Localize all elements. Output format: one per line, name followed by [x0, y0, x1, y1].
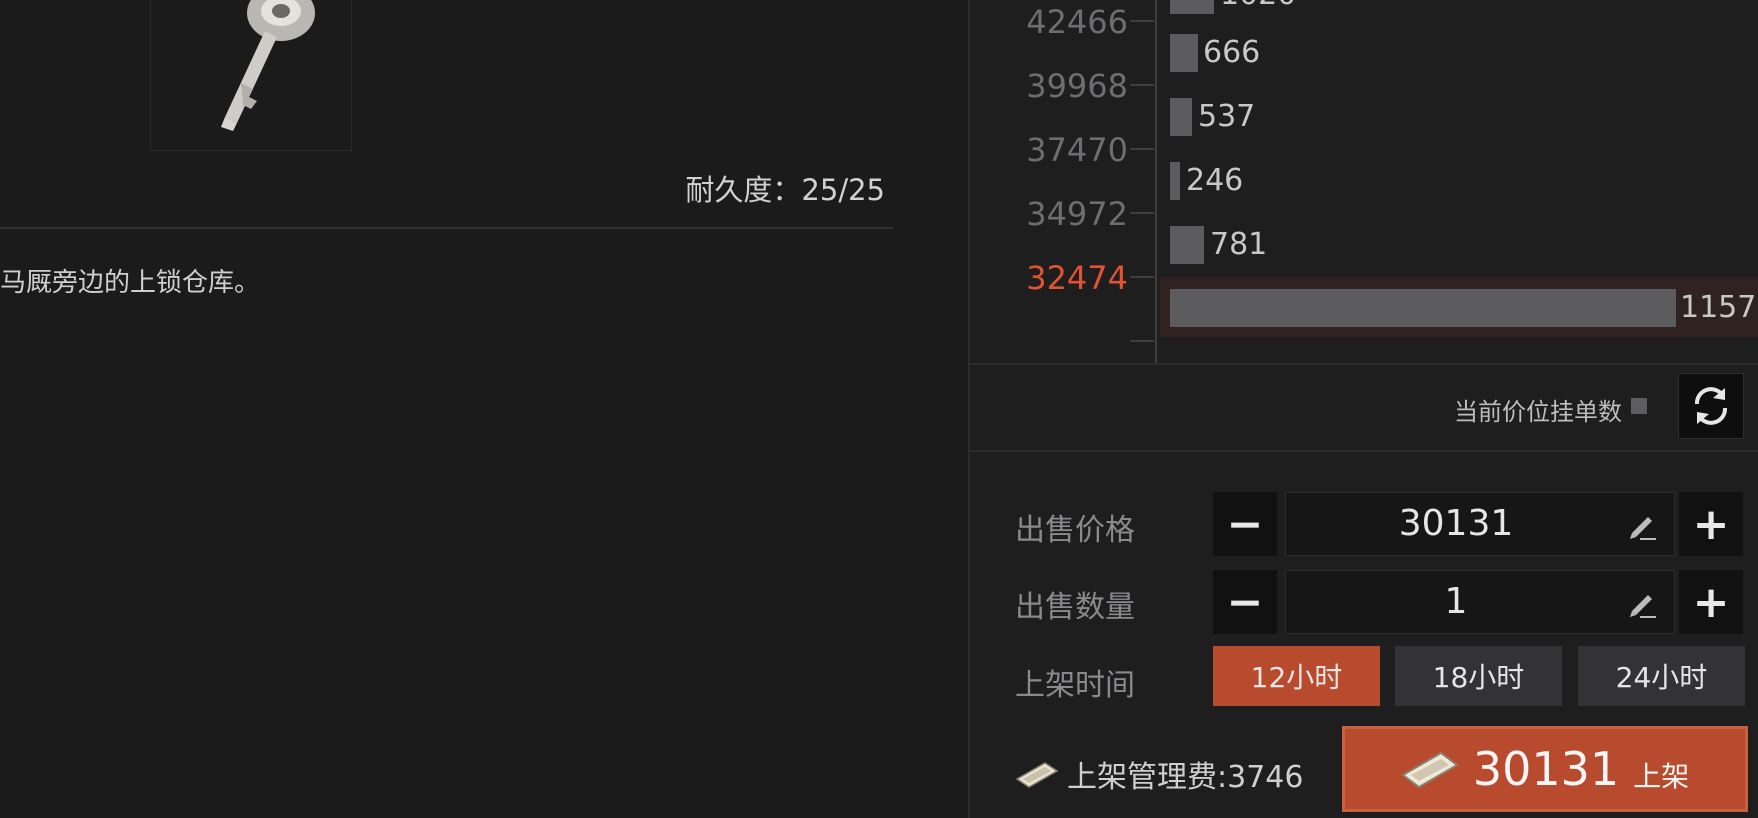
price-level: 34972 [1026, 195, 1128, 233]
listing-duration-label: 上架时间 [1015, 668, 1135, 703]
price-axis [1155, 0, 1157, 364]
refresh-button[interactable] [1678, 373, 1744, 439]
price-input[interactable]: 30131 [1285, 492, 1675, 556]
price-decrease-button[interactable]: − [1213, 492, 1277, 556]
refresh-icon [1695, 387, 1727, 425]
price-level: 39968 [1026, 67, 1128, 105]
axis-tick [1130, 276, 1154, 278]
sell-panel: 42466 1020 39968 666 37470 537 34972 246… [968, 0, 1758, 818]
order-count-current: 11577 [1680, 290, 1758, 325]
axis-tick [1130, 148, 1154, 150]
order-bar [1170, 34, 1198, 72]
order-count: 537 [1198, 99, 1256, 134]
order-bar [1170, 226, 1204, 264]
order-bar [1170, 0, 1214, 14]
list-label: 上架 [1633, 760, 1690, 793]
axis-tick [1130, 84, 1154, 86]
axis-tick [1130, 340, 1154, 342]
price-increase-button[interactable]: + [1679, 492, 1743, 556]
money-icon [1015, 762, 1059, 788]
list-item-button[interactable]: 30131 上架 [1342, 726, 1748, 812]
quantity-input[interactable]: 1 [1285, 570, 1675, 634]
listing-fee: 上架管理费:3746 [1015, 752, 1303, 796]
divider [0, 227, 893, 229]
item-image-frame [150, 0, 352, 151]
order-count-legend-swatch [1631, 398, 1647, 414]
order-bar [1170, 98, 1192, 136]
item-description: 马厩旁边的上锁仓库。 [0, 268, 261, 298]
order-count: 781 [1210, 227, 1268, 262]
divider [970, 363, 1758, 365]
order-count: 1020 [1220, 0, 1296, 14]
duration-24h-button[interactable]: 24小时 [1578, 646, 1745, 706]
quantity-increase-button[interactable]: + [1679, 570, 1743, 634]
pencil-icon[interactable] [1626, 587, 1658, 619]
sell-price-label: 出售价格 [1015, 513, 1135, 548]
sell-quantity-label: 出售数量 [1015, 590, 1135, 625]
order-count: 666 [1203, 35, 1261, 70]
axis-tick [1130, 20, 1154, 22]
price-level: 37470 [1026, 131, 1128, 169]
price-value: 30131 [1398, 503, 1514, 544]
order-count: 246 [1186, 163, 1244, 198]
order-bar [1170, 162, 1180, 200]
pencil-icon[interactable] [1626, 509, 1658, 541]
key-icon [221, 0, 315, 131]
axis-tick [1130, 212, 1154, 214]
item-detail-panel: 耐久度：25/25 马厩旁边的上锁仓库。 [0, 0, 968, 818]
quantity-value: 1 [1444, 581, 1468, 622]
divider [970, 450, 1758, 452]
list-price: 30131 [1472, 742, 1620, 796]
current-price-level: 32474 [1026, 259, 1128, 297]
money-icon [1401, 751, 1459, 789]
order-count-legend-label: 当前价位挂单数 [1454, 398, 1622, 426]
duration-12h-button[interactable]: 12小时 [1213, 646, 1380, 706]
listing-fee-text: 上架管理费:3746 [1067, 760, 1304, 795]
quantity-decrease-button[interactable]: − [1213, 570, 1277, 634]
durability-text: 耐久度：25/25 [685, 173, 885, 207]
price-level: 42466 [1026, 3, 1128, 41]
duration-18h-button[interactable]: 18小时 [1395, 646, 1562, 706]
order-bar-current [1170, 289, 1676, 327]
